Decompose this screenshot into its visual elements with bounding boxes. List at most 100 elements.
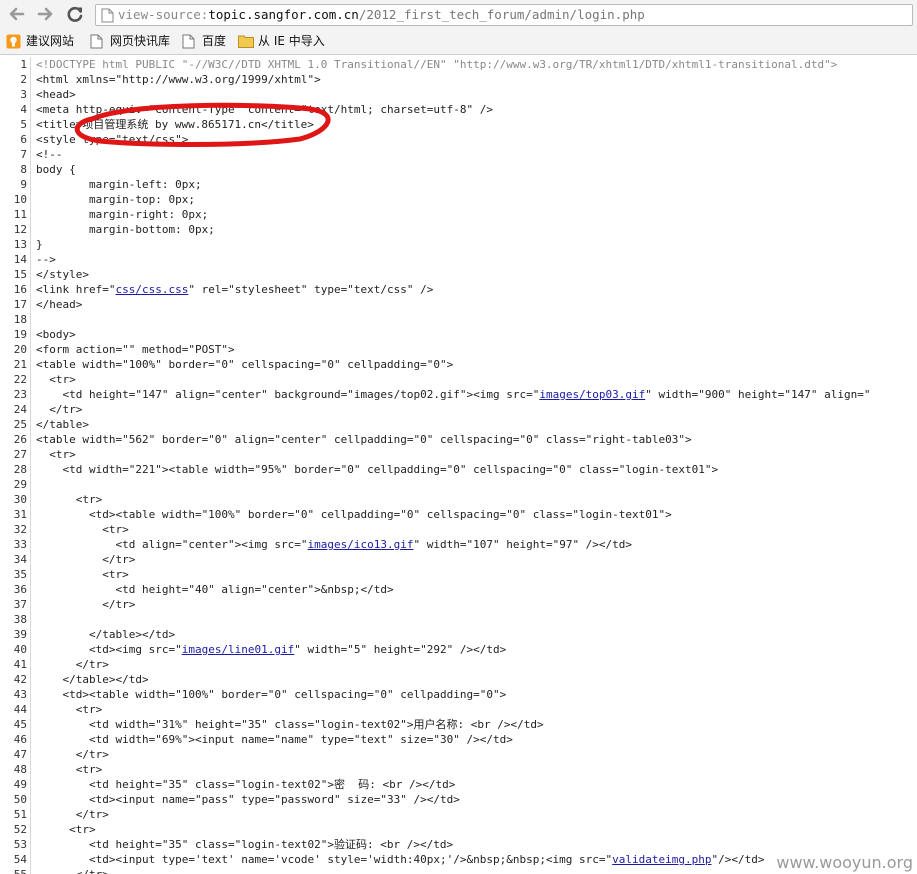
source-line: 4 <meta http-equiv="Content-Type" content… bbox=[0, 102, 917, 117]
line-number: 18 bbox=[13, 313, 27, 326]
source-code-text: margin-bottom: 0px; bbox=[36, 223, 215, 236]
line-number: 26 bbox=[13, 433, 27, 446]
bookmark-label: 从 IE 中导入 bbox=[258, 34, 325, 48]
resource-link[interactable]: images/top03.gif bbox=[539, 388, 645, 401]
source-line: 6 <style type="text/css"> bbox=[0, 132, 917, 147]
resource-link[interactable]: images/line01.gif bbox=[182, 643, 295, 656]
source-code-text: <td width="221"><table width="95%" borde… bbox=[36, 463, 719, 476]
line-number: 42 bbox=[13, 673, 27, 686]
source-line: 44 <tr> bbox=[0, 702, 917, 717]
source-line: 34 </tr> bbox=[0, 552, 917, 567]
back-button[interactable] bbox=[6, 3, 28, 25]
source-line: 43 <td><table width="100%" border="0" ce… bbox=[0, 687, 917, 702]
source-code-text: <title>项目管理系统 by www.865171.cn</title> bbox=[36, 118, 314, 131]
source-code-text: </tr> bbox=[36, 808, 109, 821]
page-icon bbox=[182, 34, 195, 49]
source-line: 5 <title>项目管理系统 by www.865171.cn</title> bbox=[0, 117, 917, 132]
source-code-text: </head> bbox=[36, 298, 83, 311]
source-line: 41 </tr> bbox=[0, 657, 917, 672]
line-number: 38 bbox=[13, 613, 27, 626]
bookmark-folder-import-from-ie[interactable]: 从 IE 中导入 bbox=[238, 32, 333, 50]
source-code-text: <meta http-equiv="Content-Type" content=… bbox=[36, 103, 493, 116]
source-code-text: </tr> bbox=[36, 403, 83, 416]
line-number: 33 bbox=[13, 538, 27, 551]
source-line: 3 <head> bbox=[0, 87, 917, 102]
source-code-text: <td><input type='text' name='vcode' styl… bbox=[36, 852, 765, 867]
source-line: 12 margin-bottom: 0px; bbox=[0, 222, 917, 237]
back-arrow-icon bbox=[9, 7, 25, 21]
source-code-text: </table></td> bbox=[36, 673, 149, 686]
line-number: 52 bbox=[13, 823, 27, 836]
bookmark-web-slice-gallery[interactable]: 网页快讯库 bbox=[90, 32, 175, 50]
url-text: view-source:topic.sangfor.com.cn/2012_fi… bbox=[118, 7, 645, 22]
line-number: 48 bbox=[13, 763, 27, 776]
line-number: 10 bbox=[13, 193, 27, 206]
resource-link[interactable]: css/css.css bbox=[115, 283, 188, 296]
line-number: 46 bbox=[13, 733, 27, 746]
source-line: 45 <td width="31%" height="35" class="lo… bbox=[0, 717, 917, 732]
line-number: 34 bbox=[13, 553, 27, 566]
page-icon bbox=[101, 8, 114, 23]
source-line: 48 <tr> bbox=[0, 762, 917, 777]
source-line: 53 <td height="35" class="login-text02">… bbox=[0, 837, 917, 852]
bookmark-suggested-sites[interactable]: 建议网站 bbox=[6, 32, 81, 50]
source-line: 11 margin-right: 0px; bbox=[0, 207, 917, 222]
reload-button[interactable] bbox=[64, 3, 86, 25]
source-code-text: } bbox=[36, 238, 43, 251]
source-code-text: <style type="text/css"> bbox=[36, 133, 189, 146]
bookmark-label: 百度 bbox=[202, 34, 227, 48]
source-code-text: <html xmlns="http://www.w3.org/1999/xhtm… bbox=[36, 73, 321, 86]
source-line: 51 </tr> bbox=[0, 807, 917, 822]
source-code-text: <td><input name="pass" type="password" s… bbox=[36, 793, 460, 806]
line-number: 54 bbox=[13, 853, 27, 866]
line-number: 28 bbox=[13, 463, 27, 476]
source-line: 42 </table></td> bbox=[0, 672, 917, 687]
line-number: 12 bbox=[13, 223, 27, 236]
source-line: 20 <form action="" method="POST"> bbox=[0, 342, 917, 357]
source-line: 25 </table> bbox=[0, 417, 917, 432]
source-code-text: margin-left: 0px; bbox=[36, 178, 202, 191]
reload-icon bbox=[67, 6, 83, 22]
source-line: 24 </tr> bbox=[0, 402, 917, 417]
source-line: 19 <body> bbox=[0, 327, 917, 342]
source-line: 9 margin-left: 0px; bbox=[0, 177, 917, 192]
source-line: 35 <tr> bbox=[0, 567, 917, 582]
line-number: 37 bbox=[13, 598, 27, 611]
folder-icon bbox=[238, 35, 254, 48]
line-number: 19 bbox=[13, 328, 27, 341]
line-number: 4 bbox=[20, 103, 27, 116]
code-segment: " width="5" height="292" /></td> bbox=[294, 643, 507, 656]
source-line: 10 margin-top: 0px; bbox=[0, 192, 917, 207]
bookmark-baidu[interactable]: 百度 bbox=[182, 32, 232, 50]
code-segment: <td><img src=" bbox=[36, 643, 182, 656]
line-number: 23 bbox=[13, 388, 27, 401]
source-line: 52 <tr> bbox=[0, 822, 917, 837]
source-code-text: <td><img src="images/line01.gif" width="… bbox=[36, 642, 506, 657]
line-number: 13 bbox=[13, 238, 27, 251]
address-bar[interactable]: view-source:topic.sangfor.com.cn/2012_fi… bbox=[95, 4, 913, 26]
line-number: 2 bbox=[20, 73, 27, 86]
line-number: 39 bbox=[13, 628, 27, 641]
code-segment: <td align="center"><img src=" bbox=[36, 538, 308, 551]
forward-button[interactable] bbox=[34, 3, 56, 25]
resource-link[interactable]: images/ico13.gif bbox=[308, 538, 414, 551]
line-number: 22 bbox=[13, 373, 27, 386]
source-code-text: <head> bbox=[36, 88, 76, 101]
source-code-text: <td align="center"><img src="images/ico1… bbox=[36, 537, 632, 552]
line-number: 11 bbox=[13, 208, 27, 221]
line-number: 21 bbox=[13, 358, 27, 371]
source-code-text: <td width="69%"><input name="name" type=… bbox=[36, 733, 513, 746]
line-number: 9 bbox=[20, 178, 27, 191]
source-code-text: <!-- bbox=[36, 148, 63, 161]
line-number: 50 bbox=[13, 793, 27, 806]
line-number: 40 bbox=[13, 643, 27, 656]
source-code-text: </tr> bbox=[36, 553, 136, 566]
source-code-text: <tr> bbox=[36, 448, 76, 461]
source-code-text: <tr> bbox=[36, 703, 103, 716]
line-number: 15 bbox=[13, 268, 27, 281]
line-number: 31 bbox=[13, 508, 27, 521]
resource-link[interactable]: validateimg.php bbox=[612, 853, 711, 866]
line-number: 30 bbox=[13, 493, 27, 506]
source-code-text: <link href="css/css.css" rel="stylesheet… bbox=[36, 282, 433, 297]
url-path: /2012_first_tech_forum/admin/login.php bbox=[358, 7, 645, 22]
